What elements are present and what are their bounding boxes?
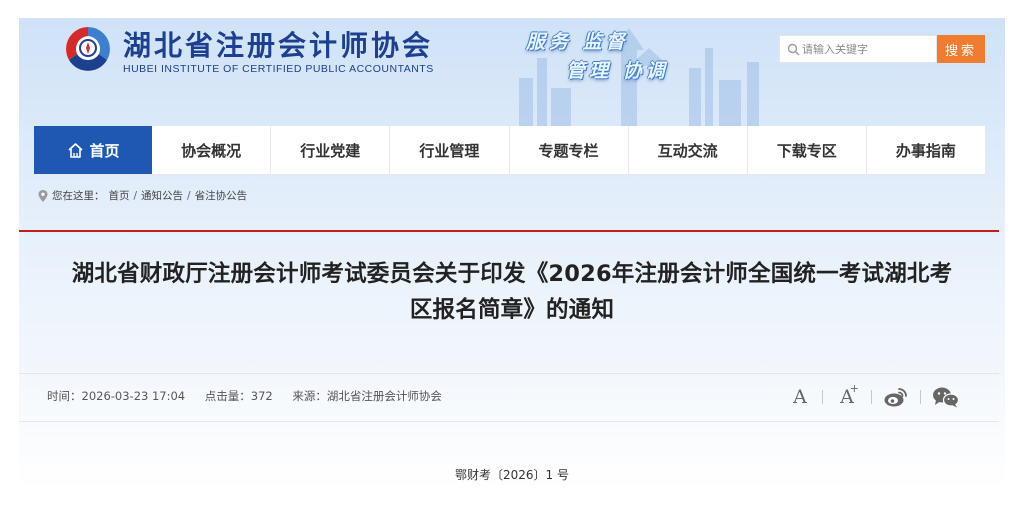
nav-item-home[interactable]: 首页 bbox=[34, 126, 153, 174]
nav-label: 行业党建 bbox=[300, 141, 361, 160]
publish-time: 时间：2026-03-23 17:04 bbox=[47, 389, 186, 403]
nav-label: 行业管理 bbox=[419, 141, 480, 160]
font-increase-mark: + bbox=[849, 382, 859, 395]
breadcrumb-home[interactable]: 首页 bbox=[109, 188, 130, 203]
wechat-icon[interactable] bbox=[932, 386, 960, 408]
font-increase-icon[interactable]: A + bbox=[834, 382, 860, 408]
slogan-line-1: 服务 监督 bbox=[526, 31, 629, 53]
weibo-icon[interactable] bbox=[883, 386, 909, 408]
nav-item-industry-management[interactable]: 行业管理 bbox=[390, 126, 510, 174]
search-box bbox=[779, 35, 937, 63]
nav-label: 首页 bbox=[89, 141, 120, 160]
nav-label: 互动交流 bbox=[657, 141, 718, 160]
weibo-glyph bbox=[884, 388, 907, 407]
wechat-glyph bbox=[933, 387, 960, 408]
tool-separator bbox=[920, 390, 921, 404]
breadcrumb: 您在这里： 首页 / 通知公告 / 省注协公告 bbox=[38, 188, 247, 203]
article-title-line-1: 湖北省财政厅注册会计师考试委员会关于印发《2026年注册会计师全国统一考试湖北考 bbox=[71, 261, 953, 287]
search-button[interactable]: 搜索 bbox=[937, 35, 985, 63]
breadcrumb-provincial-notices[interactable]: 省注协公告 bbox=[195, 188, 248, 203]
slogan: 服务 监督 管理 协调 bbox=[524, 24, 694, 86]
meta-divider-top bbox=[19, 373, 999, 374]
page-frame: 湖北省注册会计师协会 HUBEI INSTITUTE OF CERTIFIED … bbox=[19, 18, 1005, 490]
document-number: 鄂财考〔2026〕1 号 bbox=[455, 468, 569, 482]
nav-label: 办事指南 bbox=[895, 141, 956, 160]
article-tools: A A + bbox=[789, 382, 960, 410]
view-count: 点击量：372 bbox=[204, 389, 273, 403]
nav-label: 下载专区 bbox=[776, 141, 837, 160]
location-pin-icon bbox=[38, 189, 48, 202]
nav-item-downloads[interactable]: 下载专区 bbox=[748, 126, 867, 174]
nav-label: 专题专栏 bbox=[538, 141, 599, 160]
main-nav: 首页 协会概况 行业党建 行业管理 专题专栏 互动交流 下载专区 办事指南 bbox=[34, 126, 985, 175]
slogan-line-2: 管理 协调 bbox=[566, 60, 669, 82]
article-source: 来源：湖北省注册会计师协会 bbox=[292, 389, 442, 403]
nav-item-about[interactable]: 协会概况 bbox=[152, 126, 272, 174]
nav-label: 协会概况 bbox=[181, 141, 242, 160]
breadcrumb-separator: / bbox=[187, 189, 191, 202]
site-subtitle: HUBEI INSTITUTE OF CERTIFIED PUBLIC ACCO… bbox=[123, 63, 434, 75]
title-divider bbox=[19, 230, 999, 232]
search-input[interactable] bbox=[802, 39, 932, 59]
home-icon bbox=[68, 142, 83, 158]
font-decrease-glyph: A bbox=[793, 386, 807, 408]
nav-item-special-topics[interactable]: 专题专栏 bbox=[510, 126, 629, 174]
site-title: 湖北省注册会计师协会 bbox=[123, 29, 434, 62]
nav-item-party-building[interactable]: 行业党建 bbox=[271, 126, 391, 174]
meta-divider-bottom bbox=[19, 421, 999, 422]
tool-separator bbox=[871, 390, 872, 404]
article-meta: 时间：2026-03-23 17:04 点击量：372 来源：湖北省注册会计师协… bbox=[47, 388, 458, 404]
search-icon bbox=[787, 43, 800, 56]
nav-item-guide[interactable]: 办事指南 bbox=[867, 126, 985, 174]
article-title-line-2: 区报名简章》的通知 bbox=[409, 297, 615, 323]
breadcrumb-separator: / bbox=[133, 189, 138, 202]
breadcrumb-notices[interactable]: 通知公告 bbox=[141, 188, 183, 203]
breadcrumb-prefix: 您在这里： bbox=[52, 190, 105, 202]
tool-separator bbox=[822, 390, 823, 404]
font-decrease-icon[interactable]: A bbox=[789, 386, 811, 408]
article-title: 湖北省财政厅注册会计师考试委员会关于印发《2026年注册会计师全国统一考试湖北考… bbox=[19, 256, 1005, 328]
nav-item-interaction[interactable]: 互动交流 bbox=[629, 126, 748, 174]
institute-logo-icon bbox=[66, 27, 110, 71]
